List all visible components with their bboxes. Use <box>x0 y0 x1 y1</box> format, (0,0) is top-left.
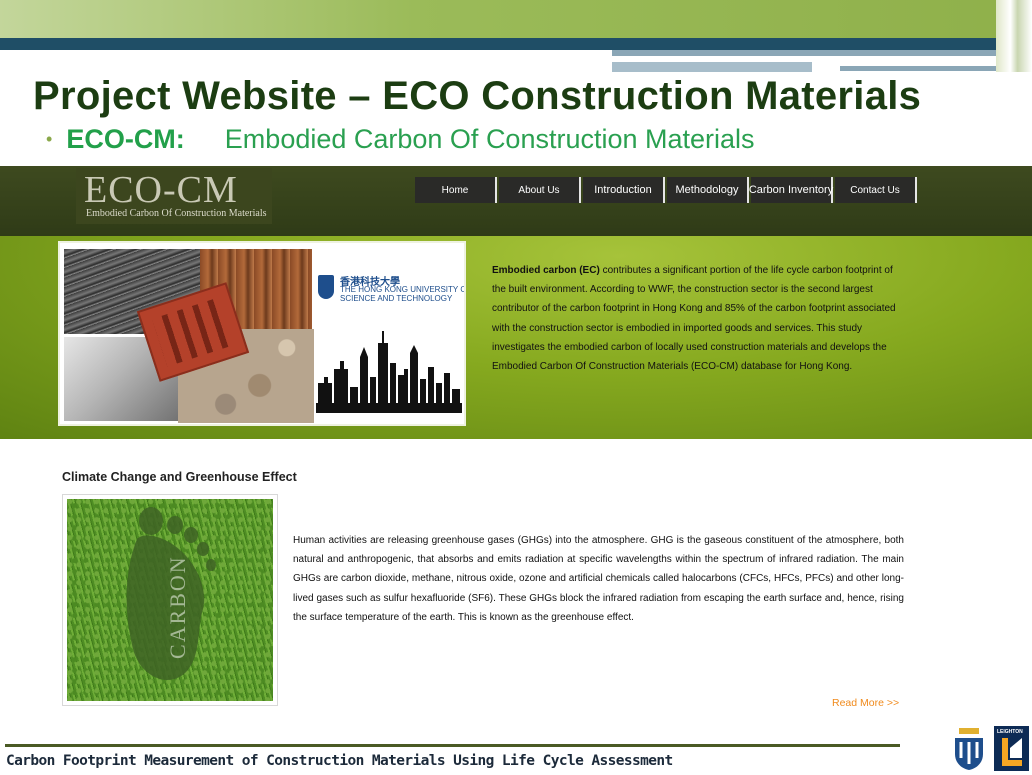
website-screenshot: ECO-CM Embodied Carbon Of Construction M… <box>0 166 1032 718</box>
slide-top-rule-accent <box>612 50 1032 56</box>
slide-top-rule-accent <box>612 62 812 72</box>
hkust-emblem-icon <box>318 275 334 299</box>
intro-paragraph: Embodied carbon (EC) contributes a signi… <box>492 261 902 376</box>
materials-collage-image: 香港科技大學 THE HONG KONG UNIVERSITY OF SCIEN… <box>58 241 466 426</box>
read-more-link[interactable]: Read More >> <box>832 697 899 709</box>
logo-subtitle: Embodied Carbon Of Construction Material… <box>86 208 267 219</box>
hkust-name-english-line2: SCIENCE AND TECHNOLOGY <box>340 294 453 303</box>
nav-about-us[interactable]: About Us <box>499 177 581 203</box>
hkust-name-english-line1: THE HONG KONG UNIVERSITY OF <box>340 285 466 294</box>
slide-top-rule <box>0 38 1032 50</box>
subtitle-acronym: ECO-CM: <box>66 124 185 154</box>
carbon-footprint-image: CARBON <box>62 494 278 706</box>
hero-banner: 香港科技大學 THE HONG KONG UNIVERSITY OF SCIEN… <box>0 236 1032 439</box>
leighton-mark-icon <box>1002 738 1022 766</box>
subtitle-text: Embodied Carbon Of Construction Material… <box>224 124 755 154</box>
nav-introduction[interactable]: Introduction <box>583 177 665 203</box>
slide-top-band <box>0 0 1032 38</box>
nav-contact-us[interactable]: Contact Us <box>835 177 917 203</box>
section-body: Human activities are releasing greenhous… <box>293 535 904 623</box>
footer-divider <box>5 744 900 747</box>
city-skyline-icon <box>316 331 462 413</box>
section-title: Climate Change and Greenhouse Effect <box>62 470 297 484</box>
intro-text: contributes a significant portion of the… <box>492 265 896 373</box>
bullet-marker: • <box>46 129 53 149</box>
carbon-label: CARBON <box>165 555 190 659</box>
logo-title: ECO-CM <box>84 169 238 211</box>
site-nav: Home About Us Introduction Methodology C… <box>415 177 919 203</box>
site-header: ECO-CM Embodied Carbon Of Construction M… <box>0 166 1032 236</box>
slide-corner-decoration <box>996 0 1032 72</box>
hkust-emblem-icon <box>955 728 983 770</box>
nav-methodology[interactable]: Methodology <box>667 177 749 203</box>
nav-home[interactable]: Home <box>415 177 497 203</box>
leighton-label: LEIGHTON <box>997 729 1023 735</box>
slide-subtitle: • ECO-CM: Embodied Carbon Of Construction … <box>46 124 755 155</box>
slide-footer: Carbon Footprint Measurement of Construc… <box>6 753 673 769</box>
intro-term: Embodied carbon (EC) <box>492 265 600 276</box>
slide-title: Project Website – ECO Construction Mater… <box>33 74 922 118</box>
hkust-logo: 香港科技大學 THE HONG KONG UNIVERSITY OF SCIEN… <box>318 271 464 311</box>
leighton-logo: LEIGHTON <box>994 726 1029 771</box>
footprint-icon: CARBON <box>126 507 216 680</box>
site-logo[interactable]: ECO-CM Embodied Carbon Of Construction M… <box>76 168 272 224</box>
nav-carbon-inventory[interactable]: Carbon Inventory <box>749 177 833 203</box>
slide-top-rule-accent <box>840 66 1020 71</box>
